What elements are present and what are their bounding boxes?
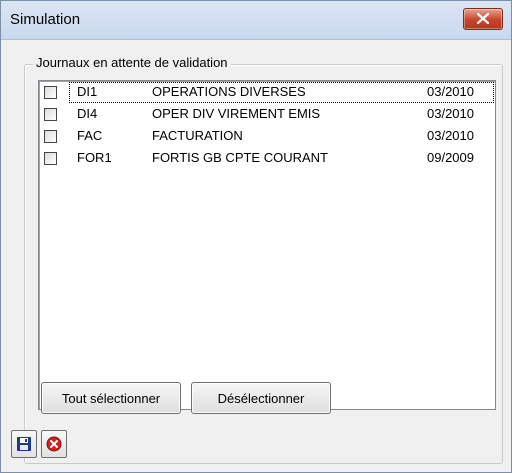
list-item[interactable]: DI1 OPERATIONS DIVERSES 03/2010 — [39, 81, 495, 103]
floppy-disk-icon — [17, 437, 31, 451]
simulation-dialog: Simulation Journaux en attente de valida… — [0, 0, 512, 473]
list-item[interactable]: DI4 OPER DIV VIREMENT EMIS 03/2010 — [39, 103, 495, 125]
deselect-button[interactable]: Désélectionner — [191, 382, 331, 414]
select-all-button[interactable]: Tout sélectionner — [41, 382, 181, 414]
journal-label: OPERATIONS DIVERSES — [152, 84, 306, 99]
journal-label: FORTIS GB CPTE COURANT — [152, 150, 328, 165]
close-icon — [477, 13, 489, 24]
close-button[interactable] — [463, 8, 503, 30]
journal-code: FAC — [77, 128, 103, 143]
journal-checkbox[interactable] — [44, 152, 57, 165]
groupbox-label: Journaux en attente de validation — [33, 55, 231, 71]
journal-checkbox[interactable] — [44, 86, 57, 99]
list-item[interactable]: FOR1 FORTIS GB CPTE COURANT 09/2009 — [39, 147, 495, 169]
list-item[interactable]: FAC FACTURATION 03/2010 — [39, 125, 495, 147]
journal-label: OPER DIV VIREMENT EMIS — [152, 106, 321, 121]
journal-code: DI1 — [77, 84, 98, 99]
journals-listbox[interactable]: DI1 OPERATIONS DIVERSES 03/2010 DI4 OPER… — [38, 80, 496, 410]
window-title: Simulation — [10, 11, 81, 28]
cancel-button[interactable] — [41, 430, 67, 458]
journal-period: 03/2010 — [427, 84, 474, 99]
dialog-body: Journaux en attente de validation DI1 OP… — [1, 40, 511, 472]
journal-code: DI4 — [77, 106, 98, 121]
journal-label: FACTURATION — [152, 128, 243, 143]
journal-period: 03/2010 — [427, 106, 474, 121]
red-x-circle-icon — [46, 436, 62, 452]
journal-period: 09/2009 — [427, 150, 474, 165]
save-button[interactable] — [11, 430, 37, 458]
journal-checkbox[interactable] — [44, 130, 57, 143]
journal-checkbox[interactable] — [44, 108, 57, 121]
title-bar[interactable]: Simulation — [1, 1, 511, 40]
journal-code: FOR1 — [77, 150, 112, 165]
journal-period: 03/2010 — [427, 128, 474, 143]
